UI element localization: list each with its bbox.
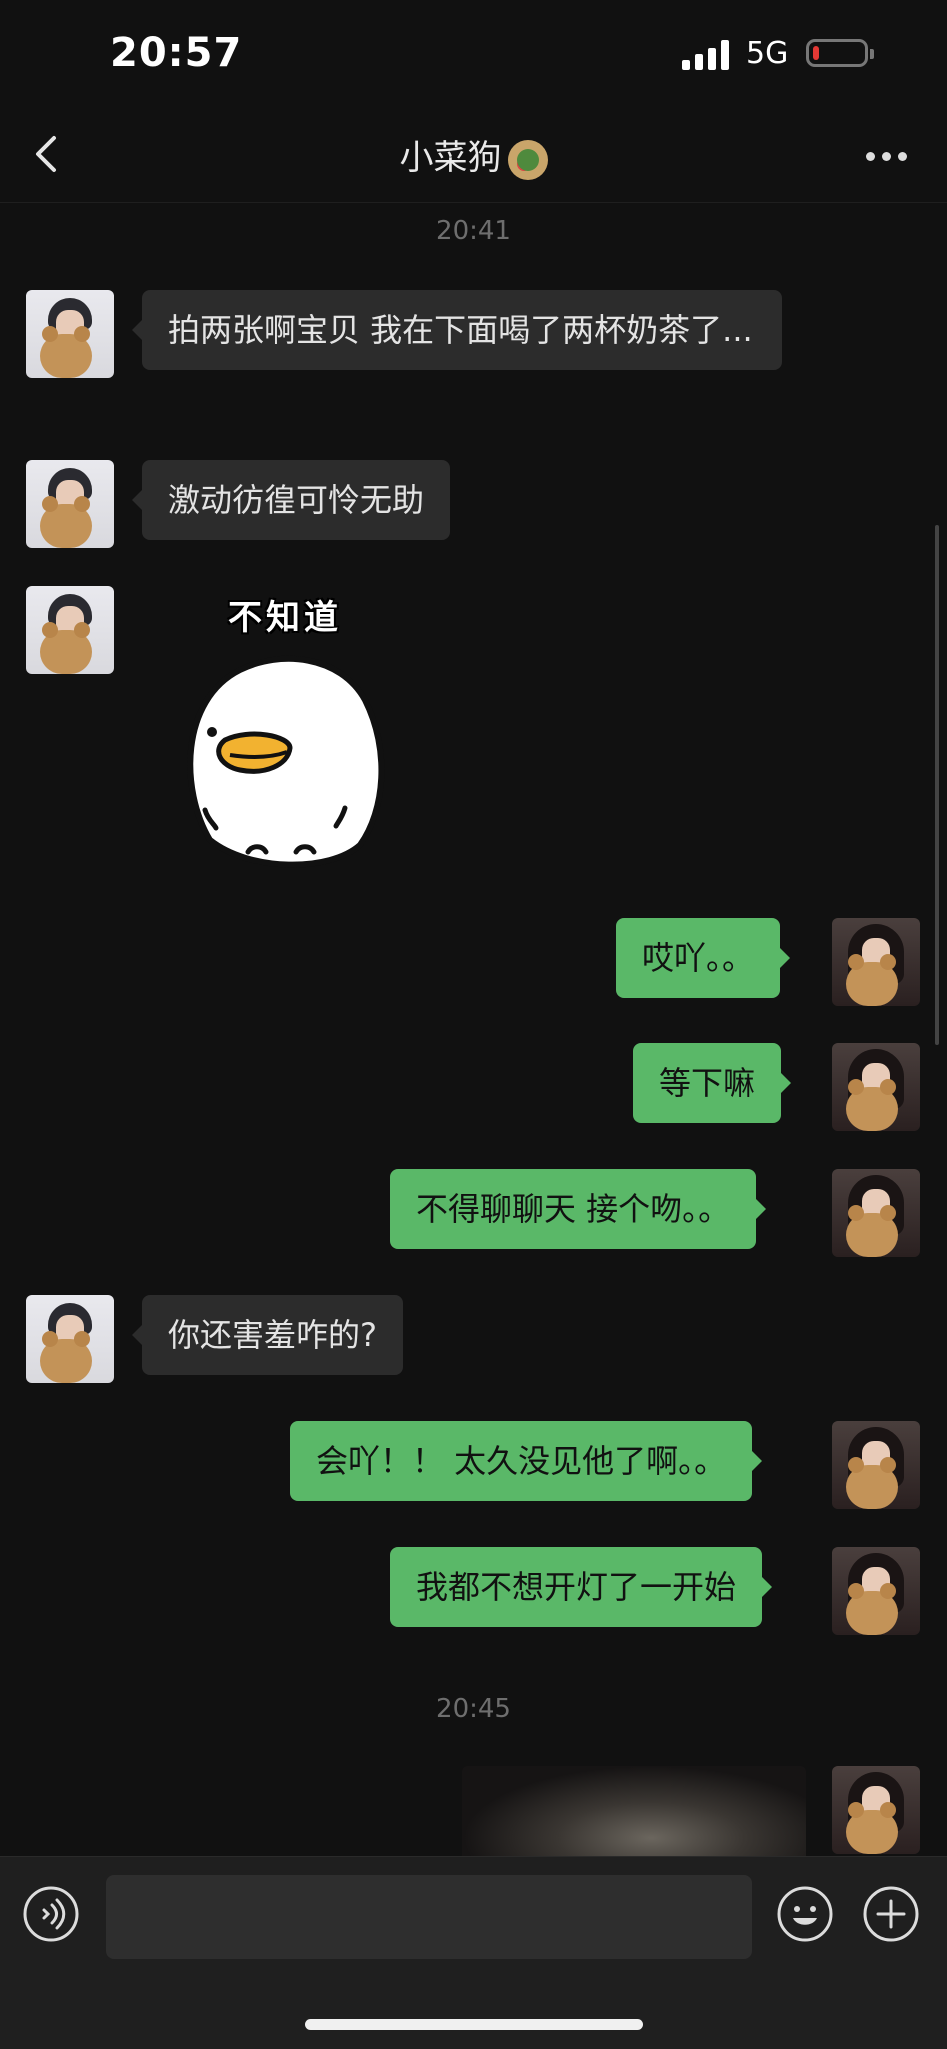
white-duck-sticker[interactable]: 不知道	[170, 590, 400, 880]
battery-icon	[806, 39, 874, 67]
home-indicator[interactable]	[305, 2019, 643, 2030]
voice-icon[interactable]	[22, 1885, 80, 1943]
message-bubble-outgoing[interactable]: 会吖！！ 太久没见他了啊。。	[290, 1421, 763, 1501]
chat-title[interactable]: 小菜狗	[0, 130, 947, 180]
user-avatar[interactable]	[832, 1421, 920, 1509]
contact-avatar[interactable]	[26, 290, 114, 378]
more-options-icon[interactable]	[866, 152, 910, 164]
chat-header: 小菜狗	[0, 110, 947, 203]
message-bubble-incoming[interactable]: 你还害羞咋的?	[132, 1295, 403, 1375]
food-plate-emoji-icon	[507, 139, 548, 180]
status-time: 20:57	[110, 30, 243, 76]
contact-name: 小菜狗	[399, 138, 502, 178]
timestamp: 20:41	[436, 216, 511, 246]
user-avatar[interactable]	[832, 1043, 920, 1131]
message-input[interactable]	[106, 1875, 752, 1959]
user-avatar[interactable]	[832, 1547, 920, 1635]
image-message[interactable]	[462, 1766, 806, 1856]
network-type: 5G	[746, 36, 789, 71]
message-bubble-outgoing[interactable]: 不得聊聊天 接个吻。。	[390, 1169, 767, 1249]
message-bubble-incoming[interactable]: 激动彷徨可怜无助	[131, 460, 451, 540]
user-avatar[interactable]	[832, 1766, 920, 1854]
message-bubble-outgoing[interactable]: 哎吖。。	[616, 918, 791, 998]
message-bubble-outgoing[interactable]: 等下嘛	[633, 1043, 792, 1123]
input-bar	[0, 1856, 947, 2049]
contact-avatar[interactable]	[26, 460, 114, 548]
message-bubble-outgoing[interactable]: 我都不想开灯了一开始	[390, 1547, 773, 1627]
user-avatar[interactable]	[832, 918, 920, 1006]
message-bubble-incoming[interactable]: 拍两张啊宝贝 我在下面喝了两杯奶茶了...	[132, 290, 782, 370]
user-avatar[interactable]	[832, 1169, 920, 1257]
contact-avatar[interactable]	[26, 1295, 114, 1383]
contact-avatar[interactable]	[26, 586, 114, 674]
plus-icon[interactable]	[862, 1885, 920, 1943]
emoji-icon[interactable]	[776, 1885, 834, 1943]
sticker-caption: 不知道	[228, 598, 342, 638]
scroll-indicator[interactable]	[935, 525, 939, 1045]
duck-icon	[187, 655, 385, 868]
timestamp: 20:45	[436, 1694, 511, 1724]
signal-strength-icon	[682, 40, 732, 70]
